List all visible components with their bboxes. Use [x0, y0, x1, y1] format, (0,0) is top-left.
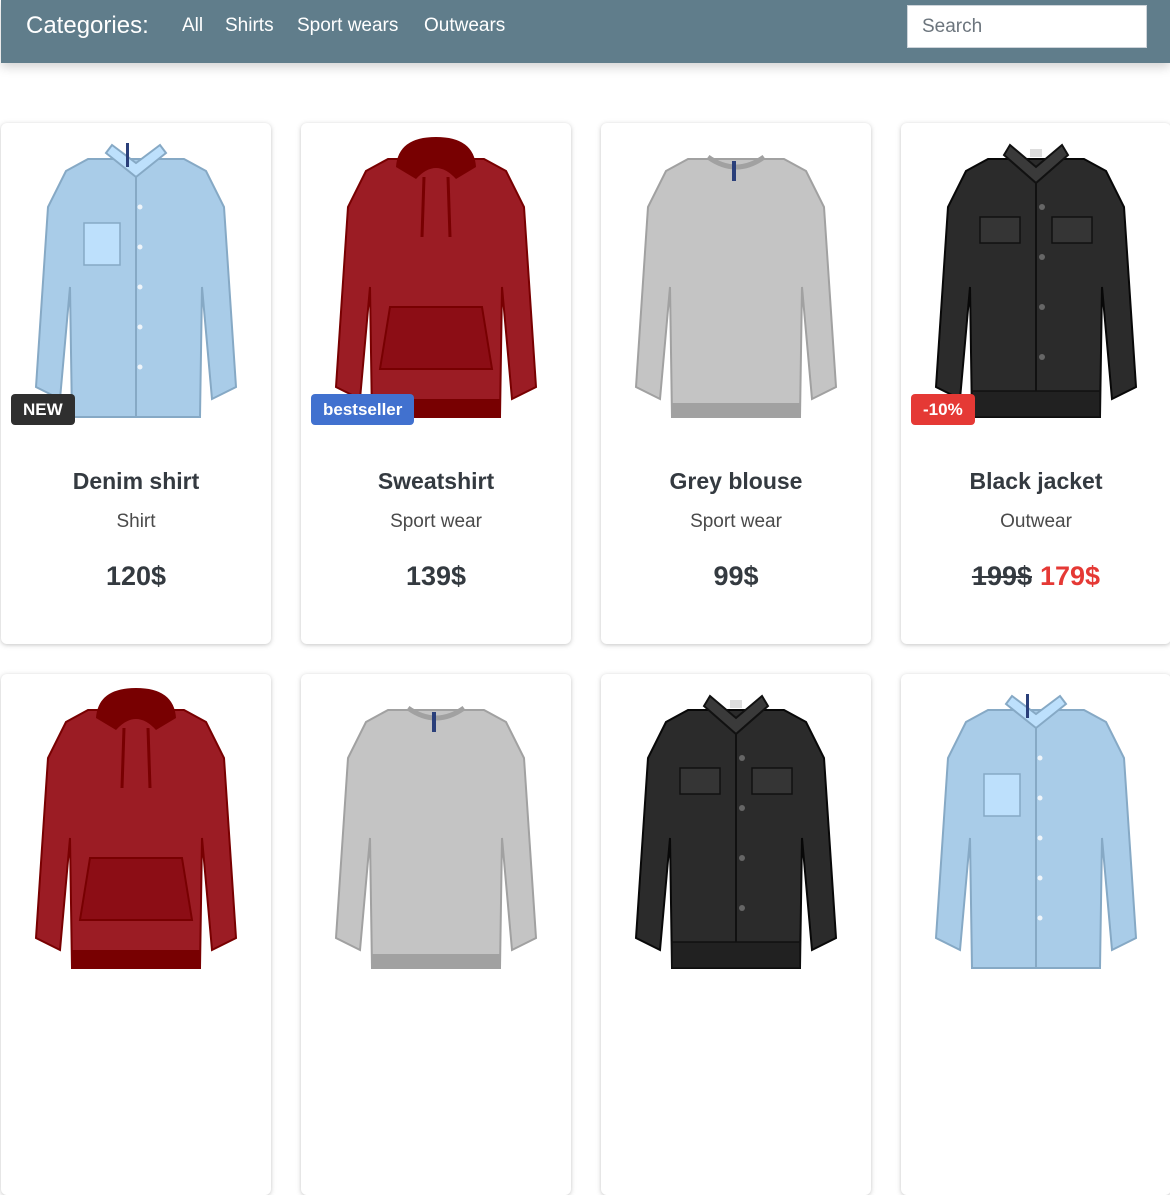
product-image	[334, 705, 538, 969]
product-card[interactable]	[301, 674, 571, 1195]
product-card[interactable]: bestseller Sweatshirt Sport wear 139$	[301, 123, 571, 644]
product-category: Sport wear	[390, 511, 482, 532]
search-input[interactable]	[907, 5, 1147, 48]
top-navbar: Categories: All Shirts Sport wears Outwe…	[1, 0, 1170, 63]
nav-link-sport-wears[interactable]: Sport wears	[297, 15, 398, 37]
product-name: Grey blouse	[669, 468, 803, 494]
product-card[interactable]	[1, 674, 271, 1195]
sale-price: 179$	[1040, 561, 1101, 591]
categories-title: Categories:	[26, 12, 149, 39]
product-category: Sport wear	[690, 511, 782, 532]
product-image	[934, 143, 1138, 418]
product-name: Sweatshirt	[377, 468, 495, 494]
product-category: Outwear	[1000, 511, 1072, 532]
product-card[interactable]: NEW Denim shirt Shirt 120$	[1, 123, 271, 644]
new-badge: NEW	[11, 394, 75, 425]
product-price-group: 199$ 179$	[901, 559, 1170, 593]
product-price: 139$	[405, 561, 467, 591]
nav-link-outwears[interactable]: Outwears	[424, 15, 505, 37]
nav-link-all[interactable]: All	[182, 15, 203, 37]
old-price: 199$	[971, 561, 1032, 591]
product-price: 99$	[713, 561, 759, 591]
product-card[interactable]: Grey blouse Sport wear 99$	[601, 123, 871, 644]
product-name: Black jacket	[969, 468, 1103, 494]
nav-link-shirts[interactable]: Shirts	[225, 15, 274, 37]
product-image	[334, 137, 538, 418]
product-price: 120$	[105, 561, 167, 591]
product-image	[34, 143, 238, 418]
product-card[interactable]: -10% Black jacket Outwear 199$ 179$	[901, 123, 1170, 644]
discount-badge: -10%	[911, 394, 975, 425]
product-card[interactable]	[901, 674, 1170, 1195]
product-name: Denim shirt	[72, 468, 200, 494]
product-image	[634, 694, 838, 969]
product-card[interactable]	[601, 674, 871, 1195]
product-image	[34, 688, 238, 969]
bestseller-badge: bestseller	[311, 394, 415, 425]
product-category: Shirt	[116, 511, 156, 532]
product-image	[634, 154, 838, 418]
product-image	[934, 694, 1138, 969]
